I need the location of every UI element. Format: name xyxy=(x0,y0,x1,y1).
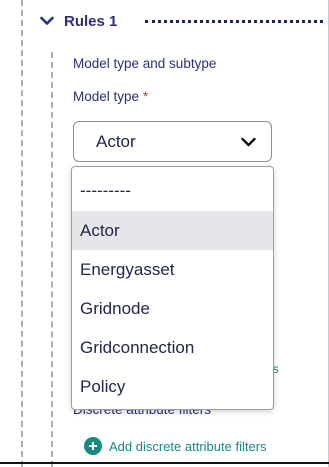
option-gridnode[interactable]: Gridnode xyxy=(72,289,273,328)
option-gridconnection[interactable]: Gridconnection xyxy=(72,328,273,367)
rule-editor: Rules 1 Model type and subtype Model typ… xyxy=(0,0,329,467)
plus-circle-icon xyxy=(84,437,102,455)
model-type-label: Model type * xyxy=(73,89,148,104)
inner-guide-line xyxy=(51,52,53,467)
add-discrete-filters-label: Add discrete attribute filters xyxy=(109,438,267,454)
required-marker: * xyxy=(142,89,149,104)
model-type-label-text: Model type xyxy=(73,89,140,104)
section-label: Model type and subtype xyxy=(73,56,217,71)
option-policy[interactable]: Policy xyxy=(72,367,273,406)
add-discrete-filters-button[interactable]: Add discrete attribute filters xyxy=(84,437,267,455)
model-type-select[interactable]: Actor xyxy=(73,121,272,162)
rule-header[interactable]: Rules 1 xyxy=(38,10,117,32)
rule-title: Rules 1 xyxy=(64,12,118,30)
rule-header-divider xyxy=(145,20,323,23)
chevron-down-icon[interactable] xyxy=(38,12,56,30)
model-type-dropdown[interactable]: --------- Actor Energyasset Gridnode Gri… xyxy=(71,166,274,410)
chevron-down-icon xyxy=(241,134,257,150)
outer-guide-line xyxy=(21,0,23,467)
model-type-select-value: Actor xyxy=(96,131,136,151)
option-energyasset[interactable]: Energyasset xyxy=(72,250,273,289)
option-empty[interactable]: --------- xyxy=(72,167,273,211)
bottom-divider xyxy=(0,462,329,464)
option-actor[interactable]: Actor xyxy=(72,211,273,250)
